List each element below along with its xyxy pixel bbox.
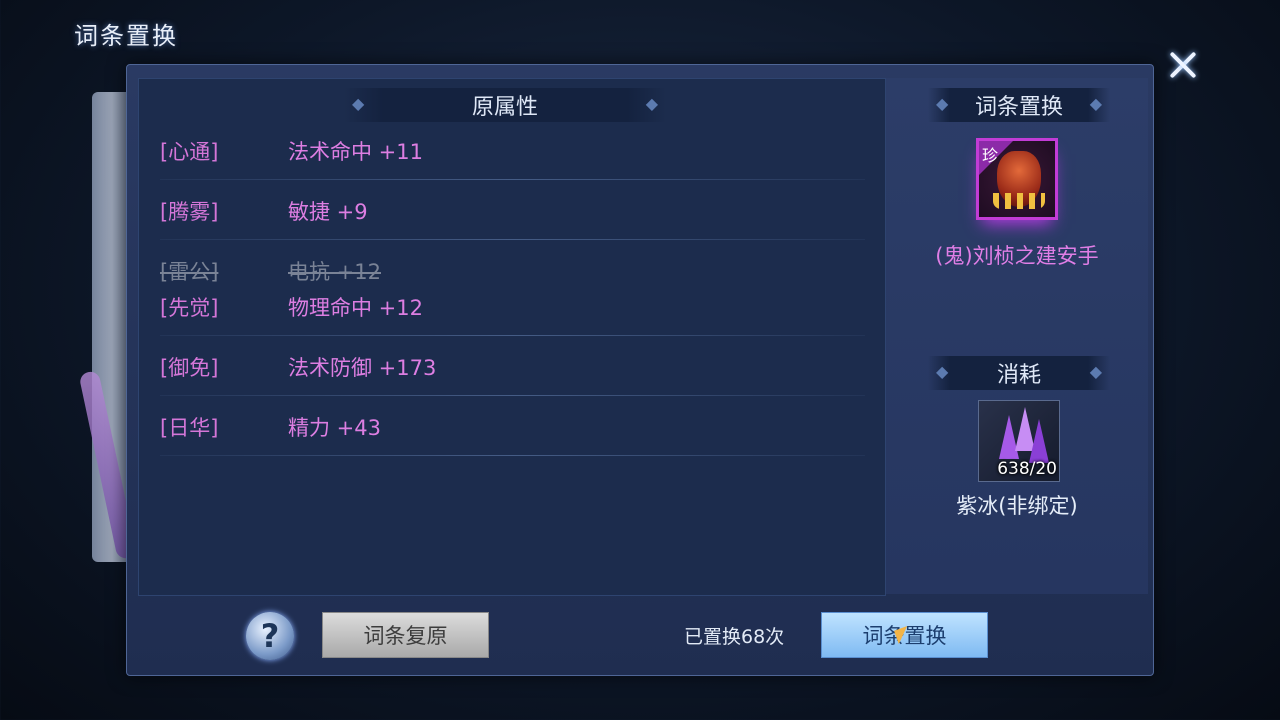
- cost-header-label: 消耗: [996, 363, 1041, 388]
- attribute-row: [心通] 法术命中 +11: [160, 120, 865, 180]
- attribute-value: 敏捷 +9: [288, 200, 368, 224]
- equipment-name: (鬼)刘桢之建安手: [935, 244, 1099, 268]
- rarity-tag-label: 珍: [982, 146, 999, 165]
- replace-count: 已置换68次: [684, 626, 785, 648]
- original-attributes-label: 原属性: [471, 95, 538, 120]
- material-count: 638/20: [997, 459, 1057, 479]
- attribute-value: 物理命中 +12: [288, 296, 423, 320]
- attribute-name: [御免]: [160, 356, 219, 380]
- attribute-name: [先觉]: [160, 296, 219, 320]
- help-button[interactable]: ?: [246, 612, 294, 660]
- replace-header-label: 词条置换: [974, 95, 1063, 120]
- attribute-value: 法术防御 +173: [288, 356, 437, 380]
- purple-crystal-icon: [1029, 419, 1049, 463]
- help-icon: ?: [260, 617, 280, 655]
- attribute-row: [雷公] 电抗 +12 [先觉] 物理命中 +12: [160, 240, 865, 336]
- attribute-value: 精力 +43: [288, 416, 381, 440]
- attribute-value-replaced: 电抗 +12: [288, 260, 381, 284]
- row-divider: [160, 455, 865, 456]
- window-title: 词条置换: [74, 22, 178, 50]
- attribute-row: [腾雾] 敏捷 +9: [160, 180, 865, 240]
- attribute-row: [御免] 法术防御 +173: [160, 336, 865, 396]
- attribute-name: [日华]: [160, 416, 219, 440]
- material-name: 紫冰(非绑定): [956, 494, 1078, 518]
- cost-header: 消耗: [928, 356, 1110, 390]
- restore-button[interactable]: 词条复原: [322, 612, 489, 658]
- claw-tip: [993, 193, 1045, 209]
- material-slot[interactable]: 638/20: [978, 400, 1060, 482]
- attribute-name-replaced: [雷公]: [160, 260, 219, 284]
- replace-header: 词条置换: [928, 88, 1110, 122]
- equipment-slot[interactable]: 珍: [976, 138, 1058, 220]
- close-icon[interactable]: [1166, 48, 1200, 82]
- attribute-row: [日华] 精力 +43: [160, 396, 865, 456]
- original-attributes-header: 原属性: [344, 88, 666, 122]
- attribute-value: 法术命中 +11: [288, 140, 423, 164]
- attribute-name: [腾雾]: [160, 200, 219, 224]
- attribute-name: [心通]: [160, 140, 219, 164]
